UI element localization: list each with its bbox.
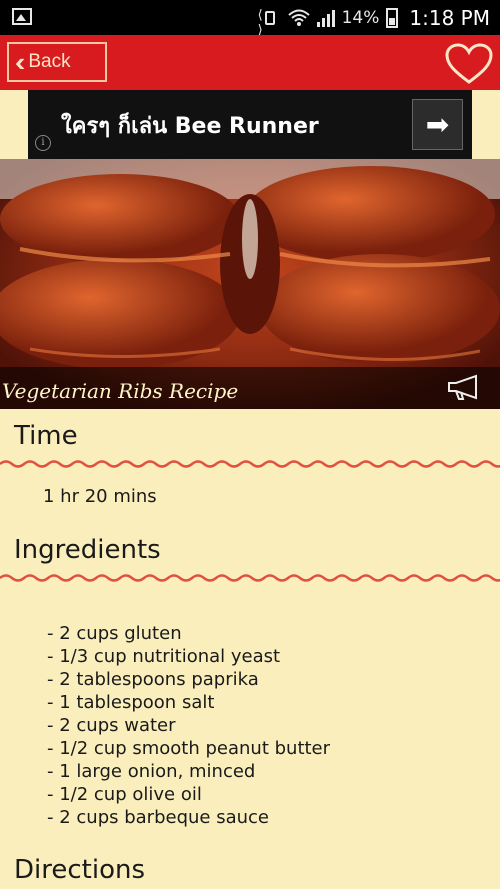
time-value: 1 hr 20 mins [43, 486, 157, 507]
ad-text: ใครๆ ก็เล่น Bee Runner [61, 114, 319, 139]
time-wave-divider [0, 460, 500, 468]
directions-heading: Directions [14, 855, 146, 885]
status-bar: 14% 1:18 PM [0, 0, 500, 38]
ingredients-wave-divider [0, 574, 500, 582]
image-notification-icon [12, 8, 32, 25]
list-item: 2 tablespoons paprika [47, 668, 330, 691]
battery-percent: 14% [341, 7, 380, 28]
recipe-photo: Vegetarian Ribs Recipe [0, 159, 500, 409]
app-bar: ‹‹ Back [0, 35, 500, 90]
wifi-icon [287, 8, 310, 28]
recipe-title: Vegetarian Ribs Recipe [2, 379, 239, 403]
info-icon[interactable]: i [35, 135, 51, 151]
battery-icon [386, 7, 399, 28]
list-item: 2 cups gluten [47, 622, 330, 645]
list-item: 1/2 cup olive oil [47, 783, 330, 806]
list-item: 1 tablespoon salt [47, 691, 330, 714]
cell-signal-icon [316, 9, 335, 27]
list-item: 1 large onion, minced [47, 760, 330, 783]
list-item: 2 cups barbeque sauce [47, 806, 330, 829]
ingredients-list: 2 cups gluten 1/3 cup nutritional yeast … [47, 622, 330, 829]
list-item: 2 cups water [47, 714, 330, 737]
status-icons: 14% 1:18 PM [258, 5, 490, 38]
double-chevron-left-icon: ‹‹ [15, 46, 26, 77]
clock: 1:18 PM [409, 5, 490, 30]
ingredients-heading: Ingredients [14, 535, 161, 565]
back-button[interactable]: ‹‹ Back [7, 42, 107, 82]
list-item: 1/3 cup nutritional yeast [47, 645, 330, 668]
vibrate-icon [258, 8, 281, 38]
arrow-right-icon: ➡ [425, 108, 450, 141]
time-heading: Time [14, 421, 78, 451]
heart-outline-icon[interactable] [444, 43, 494, 85]
list-item: 1/2 cup smooth peanut butter [47, 737, 330, 760]
megaphone-icon[interactable] [446, 374, 482, 400]
ad-action-button[interactable]: ➡ [412, 99, 463, 150]
back-label: Back [28, 51, 71, 72]
ad-banner[interactable]: ใครๆ ก็เล่น Bee Runner ➡ i [28, 90, 472, 159]
